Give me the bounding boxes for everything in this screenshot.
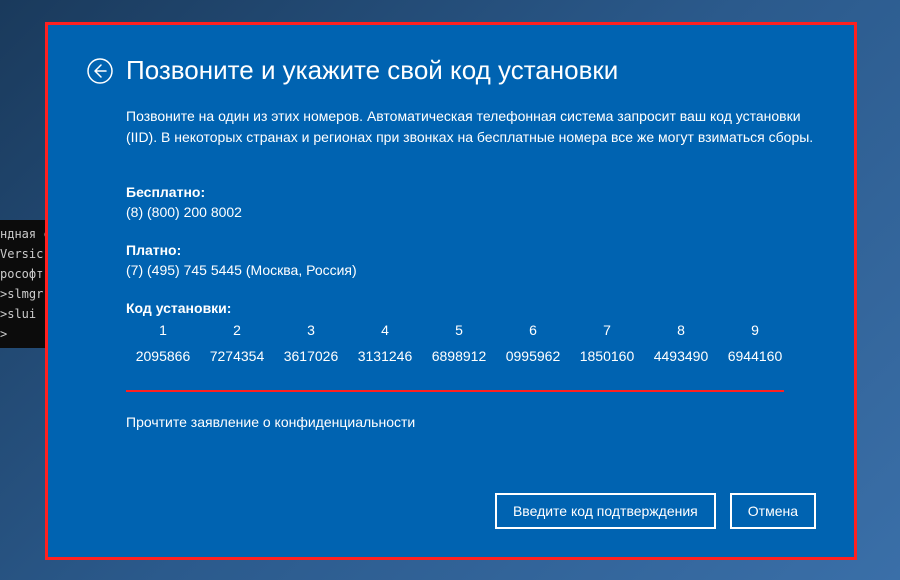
- enter-confirmation-button[interactable]: Введите код подтверждения: [495, 493, 716, 529]
- free-number-section: Бесплатно: (8) (800) 200 8002: [126, 184, 816, 220]
- iid-header: 5: [422, 322, 496, 338]
- iid-header: 9: [718, 322, 792, 338]
- iid-blocks: 2095866 7274354 3617026 3131246 6898912 …: [126, 348, 816, 364]
- iid-block: 2095866: [126, 348, 200, 364]
- privacy-link[interactable]: Прочтите заявление о конфиденциальности: [126, 414, 816, 430]
- iid-header: 7: [570, 322, 644, 338]
- paid-label: Платно:: [126, 242, 816, 258]
- iid-block: 4493490: [644, 348, 718, 364]
- activation-dialog: Позвоните и укажите свой код установки П…: [48, 25, 854, 557]
- iid-header: 3: [274, 322, 348, 338]
- iid-headers: 1 2 3 4 5 6 7 8 9: [126, 322, 816, 338]
- arrow-left-circle-icon: [87, 58, 113, 84]
- paid-number-section: Платно: (7) (495) 745 5445 (Москва, Росс…: [126, 242, 816, 278]
- installation-id-section: Код установки: 1 2 3 4 5 6 7 8 9 2095866…: [126, 300, 816, 364]
- iid-block: 1850160: [570, 348, 644, 364]
- cancel-button[interactable]: Отмена: [730, 493, 816, 529]
- iid-header: 8: [644, 322, 718, 338]
- iid-block: 3617026: [274, 348, 348, 364]
- iid-label: Код установки:: [126, 300, 816, 316]
- iid-block: 7274354: [200, 348, 274, 364]
- iid-header: 4: [348, 322, 422, 338]
- iid-block: 3131246: [348, 348, 422, 364]
- iid-block: 6898912: [422, 348, 496, 364]
- free-label: Бесплатно:: [126, 184, 816, 200]
- free-number: (8) (800) 200 8002: [126, 204, 816, 220]
- paid-number: (7) (495) 745 5445 (Москва, Россия): [126, 262, 816, 278]
- iid-header: 6: [496, 322, 570, 338]
- iid-header: 2: [200, 322, 274, 338]
- iid-block: 0995962: [496, 348, 570, 364]
- iid-block: 6944160: [718, 348, 792, 364]
- instructions-text: Позвоните на один из этих номеров. Автом…: [126, 106, 816, 148]
- back-button[interactable]: [86, 57, 114, 85]
- dialog-title: Позвоните и укажите свой код установки: [126, 55, 618, 86]
- highlight-underline: [126, 390, 784, 392]
- terminal-background: ндная ст Versic рософт >slmgr >slui >: [0, 220, 50, 348]
- iid-header: 1: [126, 322, 200, 338]
